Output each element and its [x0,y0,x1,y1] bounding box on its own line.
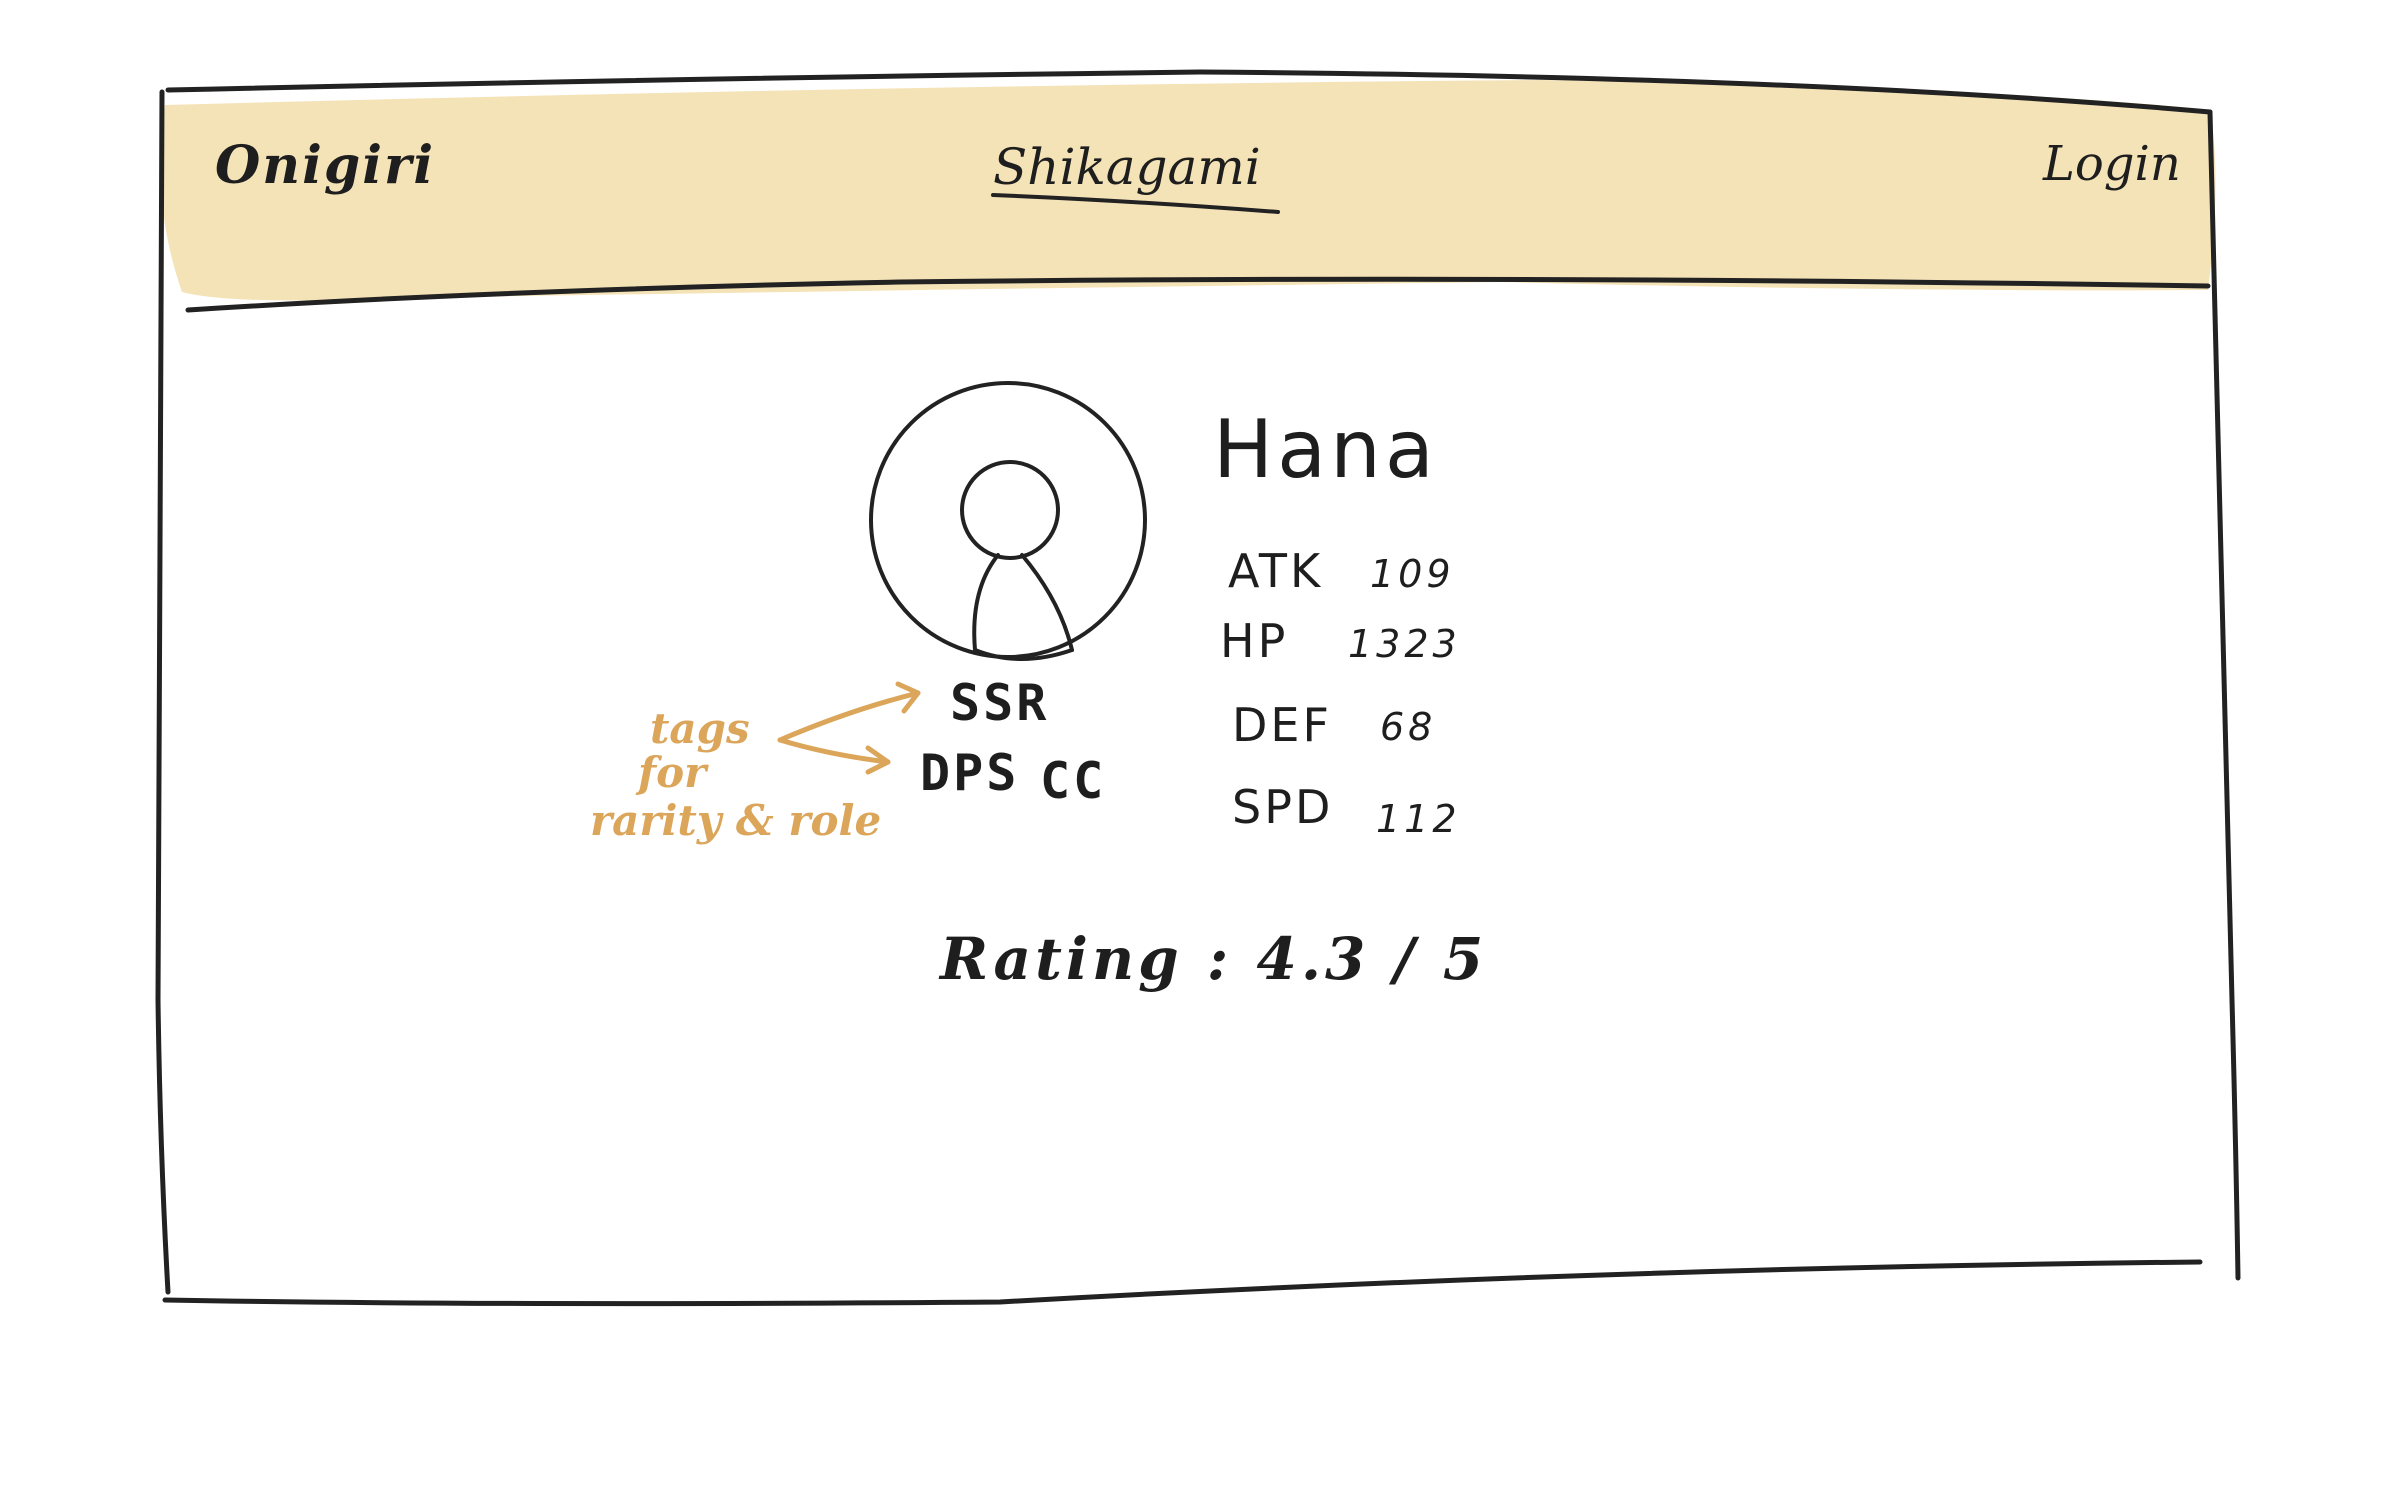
tag-role-dps: DPS [920,744,1020,802]
stat-value-atk: 109 [1370,552,1455,596]
login-link[interactable]: Login [2043,140,2181,188]
stat-value-def: 68 [1380,705,1437,749]
annotation-arrows [777,681,921,775]
stat-value-hp: 1323 [1348,622,1461,666]
stat-label-hp: HP [1220,614,1289,668]
wireframe-sketch [155,69,2241,1307]
stat-label-atk: ATK [1228,544,1324,598]
stat-label-def: DEF [1232,698,1332,752]
tag-role-cc: CC [1040,752,1107,810]
character-name: Hana [1213,403,1438,496]
stat-value-spd: 112 [1376,797,1461,841]
site-title[interactable]: Shikagami [993,142,1261,192]
annotation-line-3: rarity & role [590,796,882,845]
rating: Rating : 4.3 / 5 [940,925,1488,993]
user-portrait-icon [869,381,1147,661]
annotation-line-2: for [638,748,707,797]
logo[interactable]: Onigiri [215,140,435,192]
tag-rarity: SSR [950,674,1050,732]
annotation-line-1: tags [650,704,750,753]
stat-label-spd: SPD [1232,780,1334,834]
